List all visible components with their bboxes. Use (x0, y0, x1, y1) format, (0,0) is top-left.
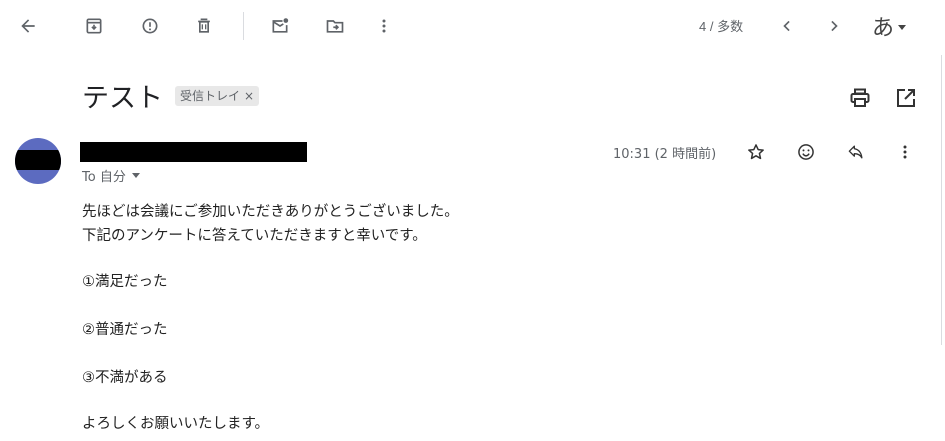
sender-avatar[interactable] (15, 138, 61, 184)
ime-label: あ (872, 16, 895, 41)
inbox-label-chip[interactable]: 受信トレイ × (175, 85, 260, 106)
print-icon[interactable] (848, 86, 872, 110)
avatar-redaction (15, 150, 61, 170)
reply-icon[interactable] (844, 140, 868, 164)
star-icon[interactable] (744, 140, 768, 164)
emoji-icon[interactable] (794, 140, 818, 164)
input-tools-button[interactable]: あ (872, 10, 907, 42)
body-line: ①満足だった (82, 274, 168, 290)
email-subject: テスト (82, 83, 163, 114)
delete-icon[interactable] (190, 12, 218, 40)
open-in-new-window-icon[interactable] (894, 86, 918, 110)
archive-icon[interactable] (80, 12, 108, 40)
message-more-vert-icon[interactable] (893, 140, 917, 164)
back-arrow-icon[interactable] (14, 12, 42, 40)
chevron-down-icon (898, 24, 907, 30)
scrollbar-track[interactable] (941, 55, 942, 345)
chevron-right-icon[interactable] (820, 12, 848, 40)
remove-label-icon[interactable]: × (244, 89, 254, 103)
sender-name-redaction (80, 142, 307, 162)
report-spam-icon[interactable] (136, 12, 164, 40)
body-line: ②普通だった (82, 322, 168, 338)
message-timestamp: 10:31 (2 時間前) (613, 147, 717, 162)
recipient-text: To 自分 (82, 170, 126, 185)
toolbar-divider (243, 12, 244, 40)
more-vert-icon[interactable] (370, 12, 398, 40)
body-line: ③不満がある (82, 370, 168, 386)
chevron-down-icon (131, 173, 140, 178)
chevron-left-icon[interactable] (773, 12, 801, 40)
move-to-folder-icon[interactable] (321, 12, 349, 40)
body-line: 先ほどは会議にご参加いただきありがとうございました。 (82, 204, 459, 220)
body-line: 下記のアンケートに答えていただきますと幸いです。 (82, 228, 427, 244)
mark-unread-icon[interactable] (266, 12, 294, 40)
label-chip-text: 受信トレイ (180, 89, 241, 103)
body-line: よろしくお願いいたします。 (82, 416, 270, 432)
message-counter: 4 / 多数 (699, 19, 744, 34)
recipient-details[interactable]: To 自分 (82, 166, 140, 185)
toolbar: 4 / 多数 あ (0, 0, 945, 52)
subject-row: テスト 受信トレイ × (82, 76, 260, 115)
